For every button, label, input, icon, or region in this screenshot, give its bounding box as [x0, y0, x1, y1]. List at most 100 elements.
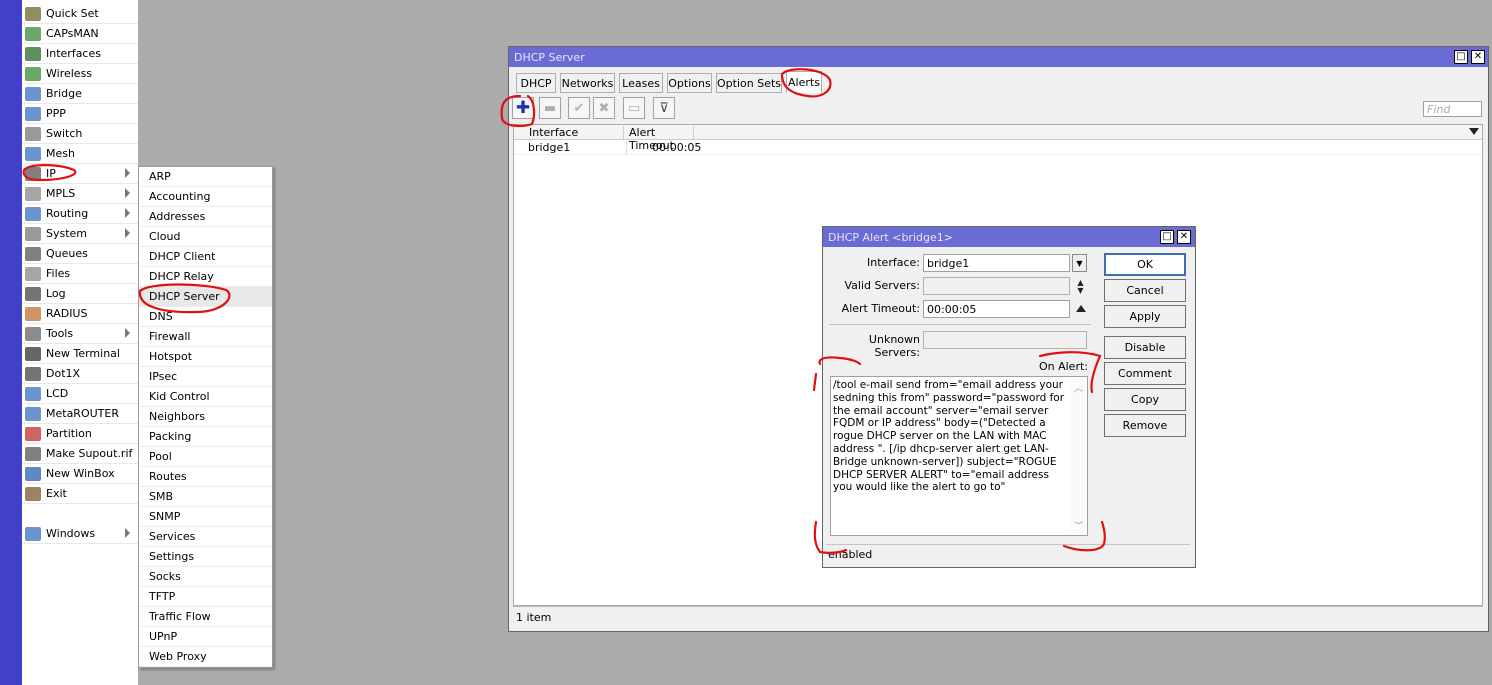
tab-options[interactable]: Options — [667, 73, 712, 93]
tab-alerts[interactable]: Alerts — [786, 71, 822, 93]
maximize-button[interactable]: □ — [1454, 50, 1468, 64]
ip-submenu-item-packing[interactable]: Packing — [139, 427, 272, 447]
ip-submenu-item-routes[interactable]: Routes — [139, 467, 272, 487]
sidebar-item-interfaces[interactable]: Interfaces — [22, 44, 138, 64]
ip-submenu-item-pool[interactable]: Pool — [139, 447, 272, 467]
sidebar-item-exit[interactable]: Exit — [22, 484, 138, 504]
sidebar-item-make-supout-rif[interactable]: Make Supout.rif — [22, 444, 138, 464]
ip-submenu-item-dhcp-client[interactable]: DHCP Client — [139, 247, 272, 267]
ip-submenu-item-socks[interactable]: Socks — [139, 567, 272, 587]
ip-submenu-item-ipsec[interactable]: IPsec — [139, 367, 272, 387]
ip-submenu-item-label: Cloud — [149, 230, 181, 243]
sidebar-item-lcd[interactable]: LCD — [22, 384, 138, 404]
sidebar-item-wireless[interactable]: Wireless — [22, 64, 138, 84]
tab-networks[interactable]: Networks — [560, 73, 615, 93]
close-button[interactable]: ✕ — [1177, 230, 1191, 244]
ip-submenu-item-accounting[interactable]: Accounting — [139, 187, 272, 207]
valid-servers-updown-icon[interactable]: ▲ ▼ — [1075, 279, 1086, 295]
filter-button[interactable]: ⊽ — [653, 97, 675, 119]
submenu-arrow-icon — [125, 528, 130, 538]
sidebar-item-system[interactable]: System — [22, 224, 138, 244]
alert-timeout-input[interactable]: 00:00:05 — [923, 300, 1070, 318]
disable-button[interactable]: Disable — [1104, 336, 1186, 359]
ip-submenu-item-web-proxy[interactable]: Web Proxy — [139, 647, 272, 667]
sidebar-item-label: Exit — [46, 487, 67, 500]
tab-option-sets[interactable]: Option Sets — [716, 73, 782, 93]
ip-submenu-item-snmp[interactable]: SNMP — [139, 507, 272, 527]
ip-submenu-item-settings[interactable]: Settings — [139, 547, 272, 567]
find-input[interactable]: Find — [1423, 101, 1482, 117]
apply-button[interactable]: Apply — [1104, 305, 1186, 328]
sidebar-item-ppp[interactable]: PPP — [22, 104, 138, 124]
copy-button[interactable]: Copy — [1104, 388, 1186, 411]
ip-submenu-item-traffic-flow[interactable]: Traffic Flow — [139, 607, 272, 627]
ip-submenu-item-cloud[interactable]: Cloud — [139, 227, 272, 247]
sidebar-item-files[interactable]: Files — [22, 264, 138, 284]
ok-button[interactable]: OK — [1104, 253, 1186, 276]
enable-button[interactable]: ✔ — [568, 97, 590, 119]
interface-dropdown-button[interactable]: ▼ — [1072, 254, 1087, 272]
sidebar-item-new-winbox[interactable]: New WinBox — [22, 464, 138, 484]
sidebar-item-windows[interactable]: Windows — [22, 524, 138, 544]
tab-dhcp[interactable]: DHCP — [516, 73, 556, 93]
sidebar-item-tools[interactable]: Tools — [22, 324, 138, 344]
column-alert-timeout[interactable]: Alert Timeout — [629, 126, 694, 152]
ip-submenu-item-firewall[interactable]: Firewall — [139, 327, 272, 347]
comment-button[interactable]: Comment — [1104, 362, 1186, 385]
sidebar-item-label: Switch — [46, 127, 83, 140]
ip-submenu-item-hotspot[interactable]: Hotspot — [139, 347, 272, 367]
scroll-down-icon[interactable]: ﹀ — [1074, 519, 1083, 532]
sidebar-item-metarouter[interactable]: MetaROUTER — [22, 404, 138, 424]
sidebar-item-ip[interactable]: IP — [22, 164, 138, 184]
sidebar-item-bridge[interactable]: Bridge — [22, 84, 138, 104]
ip-submenu-item-dns[interactable]: DNS — [139, 307, 272, 327]
remove-button[interactable]: ▬ — [539, 97, 561, 119]
sidebar-item-partition[interactable]: Partition — [22, 424, 138, 444]
comment-button[interactable]: ▭ — [623, 97, 645, 119]
sidebar-item-new-terminal[interactable]: New Terminal — [22, 344, 138, 364]
sidebar-item-mesh[interactable]: Mesh — [22, 144, 138, 164]
column-interface[interactable]: Interface — [529, 126, 624, 139]
ip-submenu-item-kid-control[interactable]: Kid Control — [139, 387, 272, 407]
collapse-up-icon[interactable] — [1076, 305, 1086, 312]
ip-submenu-item-label: Hotspot — [149, 350, 193, 363]
ip-submenu-item-addresses[interactable]: Addresses — [139, 207, 272, 227]
sidebar-item-radius[interactable]: RADIUS — [22, 304, 138, 324]
window-titlebar[interactable]: DHCP Server — [509, 47, 1488, 67]
dialog-titlebar[interactable]: DHCP Alert <bridge1> — [823, 227, 1195, 247]
ip-submenu-item-neighbors[interactable]: Neighbors — [139, 407, 272, 427]
disable-button[interactable]: ✖ — [593, 97, 615, 119]
ip-submenu-item-upnp[interactable]: UPnP — [139, 627, 272, 647]
add-button[interactable]: ✚ — [512, 97, 534, 119]
ip-submenu-item-services[interactable]: Services — [139, 527, 272, 547]
close-button[interactable]: ✕ — [1471, 50, 1485, 64]
wireless-icon — [25, 66, 41, 81]
ip-submenu-item-arp[interactable]: ARP — [139, 167, 272, 187]
column-chooser[interactable] — [1469, 128, 1479, 135]
table-row[interactable]: bridge1 00:00:05 — [514, 141, 1482, 155]
sidebar-item-dot1x[interactable]: Dot1X — [22, 364, 138, 384]
sidebar-item-quick-set[interactable]: Quick Set — [22, 4, 138, 24]
ip-submenu-item-tftp[interactable]: TFTP — [139, 587, 272, 607]
cancel-button[interactable]: Cancel — [1104, 279, 1186, 302]
sidebar-item-switch[interactable]: Switch — [22, 124, 138, 144]
valid-servers-field[interactable] — [923, 277, 1070, 295]
ip-submenu-item-dhcp-relay[interactable]: DHCP Relay — [139, 267, 272, 287]
remove-button[interactable]: Remove — [1104, 414, 1186, 437]
ip-submenu-item-dhcp-server[interactable]: DHCP Server — [139, 287, 272, 307]
interface-select[interactable]: bridge1 — [923, 254, 1070, 272]
ip-submenu-item-smb[interactable]: SMB — [139, 487, 272, 507]
tab-label: Alerts — [788, 75, 820, 89]
scroll-up-icon[interactable]: ︿ — [1074, 381, 1083, 394]
tab-leases[interactable]: Leases — [619, 73, 663, 93]
sidebar-item-log[interactable]: Log — [22, 284, 138, 304]
alert-timeout-label: Alert Timeout: — [841, 302, 920, 315]
textarea-scrollbar[interactable]: ︿ ﹀ — [1071, 377, 1087, 535]
on-alert-script-textarea[interactable]: /tool e-mail send from="email address yo… — [830, 376, 1088, 536]
sidebar-item-mpls[interactable]: MPLS — [22, 184, 138, 204]
sidebar-item-routing[interactable]: Routing — [22, 204, 138, 224]
maximize-button[interactable]: □ — [1160, 230, 1174, 244]
system-icon — [25, 226, 41, 241]
sidebar-item-queues[interactable]: Queues — [22, 244, 138, 264]
sidebar-item-capsman[interactable]: CAPsMAN — [22, 24, 138, 44]
